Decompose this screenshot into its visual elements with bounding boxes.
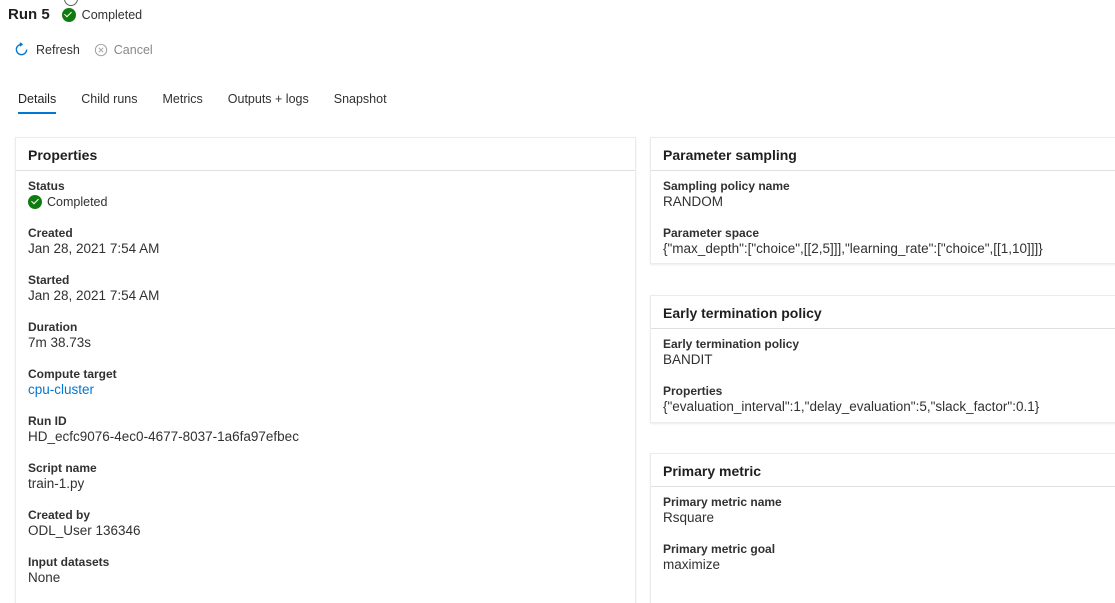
metric-name-value: Rsquare: [663, 510, 715, 525]
tab-outputs-logs[interactable]: Outputs + logs: [228, 92, 309, 114]
tab-bar: Details Child runs Metrics Outputs + log…: [18, 92, 412, 114]
status-badge-label: Completed: [81, 7, 143, 22]
refresh-icon: [15, 42, 28, 56]
check-circle-icon: [61, 7, 76, 22]
created-label: Created: [28, 226, 73, 240]
early-termination-card: Early termination policy Early terminati…: [650, 295, 1115, 423]
status-label: Status: [28, 179, 65, 193]
parameter-space-value: {"max_depth":["choice",[[2,5]]],"learnin…: [663, 241, 1043, 256]
check-circle-icon: [28, 195, 42, 209]
created-by-value: ODL_User 136346: [28, 523, 141, 538]
duration-field: Duration 7m 38.73s: [16, 320, 635, 367]
tab-metrics[interactable]: Metrics: [163, 92, 203, 114]
created-by-field: Created by ODL_User 136346: [16, 508, 635, 555]
sampling-policy-value: RANDOM: [663, 194, 723, 209]
termination-policy-field: Early termination policy BANDIT: [651, 337, 1115, 384]
parameter-space-label: Parameter space: [663, 226, 760, 240]
primary-metric-card: Primary metric Primary metric name Rsqua…: [650, 453, 1115, 603]
input-datasets-label: Input datasets: [28, 555, 110, 569]
input-datasets-value: None: [28, 570, 61, 585]
termination-properties-field: Properties {"evaluation_interval":1,"del…: [651, 384, 1115, 431]
run-header: Run 5 Completed: [8, 6, 142, 23]
termination-policy-value: BANDIT: [663, 352, 713, 367]
termination-properties-value: {"evaluation_interval":1,"delay_evaluati…: [663, 399, 1040, 414]
refresh-label: Refresh: [36, 42, 80, 57]
properties-card-title: Properties: [16, 138, 635, 171]
termination-policy-label: Early termination policy: [663, 337, 800, 351]
cancel-label: Cancel: [113, 42, 153, 57]
sampling-policy-label: Sampling policy name: [663, 179, 790, 193]
status-field: Status Completed: [16, 179, 635, 226]
early-termination-title: Early termination policy: [651, 296, 1115, 329]
script-name-field: Script name train-1.py: [16, 461, 635, 508]
duration-value: 7m 38.73s: [28, 335, 92, 350]
compute-target-field: Compute target cpu-cluster: [16, 367, 635, 414]
created-value: Jan 28, 2021 7:54 AM: [28, 241, 160, 256]
termination-properties-label: Properties: [663, 384, 723, 398]
metric-name-field: Primary metric name Rsquare: [651, 495, 1115, 542]
tab-child-runs[interactable]: Child runs: [81, 92, 137, 114]
tab-details[interactable]: Details: [18, 92, 57, 114]
properties-card: Properties Status Completed Created Jan …: [15, 137, 636, 603]
status-value: Completed: [28, 193, 623, 211]
started-value: Jan 28, 2021 7:54 AM: [28, 288, 160, 303]
cancel-icon: [94, 43, 107, 56]
parameter-space-field: Parameter space {"max_depth":["choice",[…: [651, 226, 1115, 273]
metric-goal-label: Primary metric goal: [663, 542, 776, 556]
started-label: Started: [28, 273, 70, 287]
input-datasets-field: Input datasets None: [16, 555, 635, 602]
run-id-label: Run ID: [28, 414, 67, 428]
created-by-label: Created by: [28, 508, 91, 522]
status-value-text: Completed: [47, 195, 108, 209]
status-badge: Completed: [61, 7, 143, 22]
primary-metric-title: Primary metric: [651, 454, 1115, 487]
metric-name-label: Primary metric name: [663, 495, 782, 509]
duration-label: Duration: [28, 320, 78, 334]
run-id-value: HD_ecfc9076-4ec0-4677-8037-1a6fa97efbec: [28, 429, 299, 444]
script-name-value: train-1.py: [28, 476, 85, 491]
refresh-button[interactable]: Refresh: [14, 42, 80, 57]
parameter-sampling-card: Parameter sampling Sampling policy name …: [650, 137, 1115, 264]
metric-goal-value: maximize: [663, 557, 721, 572]
compute-target-link[interactable]: cpu-cluster: [28, 381, 623, 399]
cancel-button[interactable]: Cancel: [94, 43, 153, 57]
parameter-sampling-title: Parameter sampling: [651, 138, 1115, 171]
compute-target-label: Compute target: [28, 367, 117, 381]
page-title: Run 5: [8, 6, 50, 23]
run-id-field: Run ID HD_ecfc9076-4ec0-4677-8037-1a6fa9…: [16, 414, 635, 461]
started-field: Started Jan 28, 2021 7:54 AM: [16, 273, 635, 320]
toolbar: Refresh Cancel: [14, 42, 167, 57]
script-name-label: Script name: [28, 461, 97, 475]
created-field: Created Jan 28, 2021 7:54 AM: [16, 226, 635, 273]
metric-goal-field: Primary metric goal maximize: [651, 542, 1115, 589]
tab-snapshot[interactable]: Snapshot: [334, 92, 387, 114]
sampling-policy-field: Sampling policy name RANDOM: [651, 179, 1115, 226]
